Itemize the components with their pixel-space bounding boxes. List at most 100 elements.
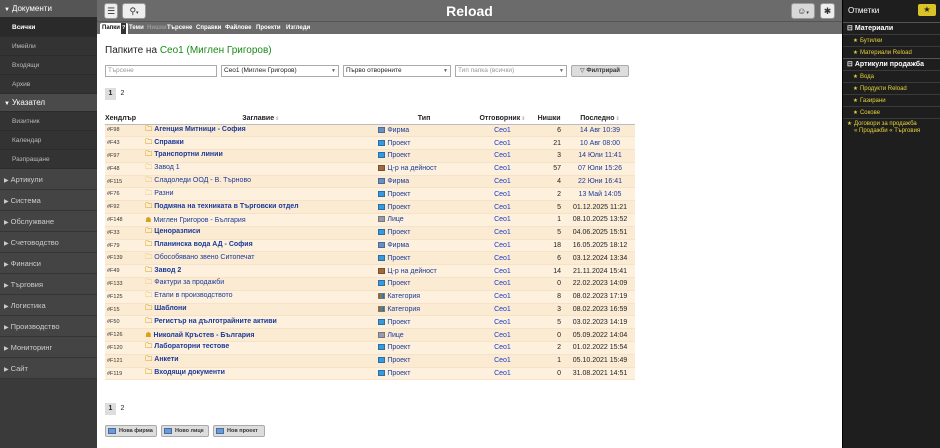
- sidebar-group-site[interactable]: ▶ Сайт: [0, 358, 97, 379]
- user-avatar-button[interactable]: ☺▾: [791, 3, 815, 19]
- row-responsible[interactable]: Сео1: [471, 213, 534, 227]
- row-title[interactable]: 🗀 Шаблони: [145, 303, 377, 317]
- menu-button[interactable]: ☰: [104, 3, 118, 19]
- row-type[interactable]: Проект: [376, 367, 472, 381]
- table-row[interactable]: #F139 🗀 Обособявано звено Ситопечат Проект С…: [105, 251, 635, 266]
- bookmark-item-contracts[interactable]: ★ Договори за продажба « Продажби « Търгов…: [843, 118, 940, 138]
- sidebar-group-accounting[interactable]: ▶ Счетоводство: [0, 232, 97, 253]
- row-responsible[interactable]: Сео1: [471, 239, 534, 253]
- row-responsible[interactable]: Сео1: [471, 149, 534, 163]
- sidebar-group-logistics[interactable]: ▶ Логистика: [0, 295, 97, 316]
- sidebar-group-articles[interactable]: ▶ Артикули: [0, 169, 97, 190]
- row-type[interactable]: Проект: [376, 251, 472, 266]
- folder-type-select[interactable]: Тип папка (всички) ▼: [455, 65, 567, 77]
- row-title[interactable]: 🗀 Подмяна на техниката в Търговски отдел: [145, 200, 377, 215]
- bookmark-item[interactable]: ★ Бутилки: [843, 34, 940, 46]
- table-row[interactable]: #F92 🗀 Подмяна на техниката в Търговски от…: [105, 200, 635, 215]
- sidebar-item-cards[interactable]: Визитник: [0, 112, 97, 131]
- row-title[interactable]: 🗀 Завод 1: [145, 162, 377, 176]
- row-type[interactable]: Проект: [376, 136, 472, 151]
- row-title[interactable]: ☗ Николай Кръстев - България: [145, 328, 377, 343]
- table-row[interactable]: #F79 🗀 Планинска вода АД - София Фирма Сео1 1…: [105, 239, 635, 253]
- new-company-button[interactable]: Нова фирма: [105, 425, 157, 437]
- new-person-button[interactable]: Ново лице: [161, 425, 209, 437]
- sidebar-item-archive[interactable]: Архив: [0, 75, 97, 94]
- tab-search[interactable]: Търсене: [167, 23, 192, 34]
- star-add-icon[interactable]: ★: [918, 4, 936, 16]
- table-row[interactable]: #F33 🗀 Ценоразписи Проект Сео1 5 04.06.2025 15…: [105, 226, 635, 240]
- user-link[interactable]: Сео1 (Миглен Григоров): [160, 45, 272, 56]
- tab-reports[interactable]: Справки: [196, 23, 221, 34]
- sidebar-group-trade[interactable]: ▶ Търговия: [0, 274, 97, 295]
- row-responsible[interactable]: Сео1: [471, 328, 534, 343]
- row-type[interactable]: Лице: [376, 213, 472, 227]
- table-row[interactable]: #F76 🗀 Разни Проект Сео1 2 13 Май 14:05: [105, 187, 635, 202]
- row-title[interactable]: 🗀 Разни: [145, 187, 377, 202]
- row-type[interactable]: Ц-р на дейност: [376, 162, 472, 176]
- row-type[interactable]: Категория: [376, 290, 472, 304]
- user-select[interactable]: Сео1 (Миглен Григоров) ▼: [221, 65, 339, 77]
- row-responsible[interactable]: Сео1: [471, 277, 534, 291]
- row-responsible[interactable]: Сео1: [471, 303, 534, 317]
- row-type[interactable]: Лице: [376, 328, 472, 343]
- row-type[interactable]: Проект: [376, 187, 472, 202]
- help-icon[interactable]: ?: [120, 23, 127, 34]
- col-threads[interactable]: Нишки: [533, 113, 565, 125]
- sidebar-group-production[interactable]: ▶ Производство: [0, 316, 97, 337]
- row-responsible[interactable]: Сео1: [471, 315, 534, 330]
- row-responsible[interactable]: Сео1: [471, 251, 534, 266]
- row-responsible[interactable]: Сео1: [471, 175, 534, 189]
- row-responsible[interactable]: Сео1: [471, 162, 534, 176]
- row-responsible[interactable]: Сео1: [471, 124, 534, 138]
- search-menu-button[interactable]: ⚲▾: [122, 3, 146, 19]
- table-row[interactable]: #F48 🗀 Завод 1 Ц-р на дейност Сео1 57 07 Юли 1…: [105, 162, 635, 176]
- row-title[interactable]: 🗀 Справки: [145, 136, 377, 151]
- row-title[interactable]: 🗀 Анкети: [145, 354, 377, 368]
- sidebar-item-calendar[interactable]: Календар: [0, 131, 97, 150]
- page-1-button[interactable]: 1: [105, 403, 116, 415]
- bookmark-item[interactable]: ★ Газирани: [843, 94, 940, 106]
- bookmark-section-articles[interactable]: ⊟ Артикули продажба: [843, 58, 940, 70]
- table-row[interactable]: #F126 ☗ Николай Кръстев - България Лице Сео1…: [105, 328, 635, 343]
- row-title[interactable]: 🗀 Планинска вода АД - София: [145, 239, 377, 253]
- row-type[interactable]: Фирма: [376, 175, 472, 189]
- row-title[interactable]: 🗀 Входящи документи: [145, 367, 377, 381]
- table-row[interactable]: #F133 🗀 Фактури за продажби Проект Сео1 0 22.0…: [105, 277, 635, 291]
- sidebar-group-system[interactable]: ▶ Система: [0, 190, 97, 211]
- tab-threads[interactable]: Нишки: [147, 23, 167, 34]
- row-responsible[interactable]: Сео1: [471, 290, 534, 304]
- col-last[interactable]: Последно⇕: [565, 113, 635, 125]
- row-responsible[interactable]: Сео1: [471, 187, 534, 202]
- col-responsible[interactable]: Отговорник⇕: [471, 113, 534, 125]
- row-responsible[interactable]: Сео1: [471, 136, 534, 151]
- row-title[interactable]: 🗀 Регистър на дълготрайните активи: [145, 315, 377, 330]
- row-type[interactable]: Проект: [376, 200, 472, 215]
- row-type[interactable]: Фирма: [376, 124, 472, 138]
- row-type[interactable]: Проект: [376, 354, 472, 368]
- row-type[interactable]: Проект: [376, 277, 472, 291]
- bookmark-section-materials[interactable]: ⊟ Материали: [843, 22, 940, 34]
- row-type[interactable]: Ц-р на дейност: [376, 264, 472, 279]
- bookmark-item[interactable]: ★ Продукти Reload: [843, 82, 940, 94]
- table-row[interactable]: #F49 🗀 Завод 2 Ц-р на дейност Сео1 14 21.11.20…: [105, 264, 635, 279]
- filter-button[interactable]: ▽ Филтрирай: [571, 65, 629, 77]
- table-row[interactable]: #F15 🗀 Шаблони Категория Сео1 3 08.02.2023 16:…: [105, 303, 635, 317]
- bookmark-item[interactable]: ★ Вода: [843, 70, 940, 82]
- table-row[interactable]: #F98 🗀 Агенция Митници - София Фирма Сео1 6 14…: [105, 124, 635, 138]
- table-row[interactable]: #F148 ☗ Миглен Григоров - България Лице Сео1…: [105, 213, 635, 227]
- sidebar-item-emails[interactable]: Имейли: [0, 37, 97, 56]
- row-title[interactable]: 🗀 Фактури за продажби: [145, 277, 377, 291]
- tab-folders[interactable]: Папки?: [100, 23, 129, 34]
- row-responsible[interactable]: Сео1: [471, 367, 534, 381]
- row-title[interactable]: 🗀 Завод 2: [145, 264, 377, 279]
- col-title[interactable]: Заглавие⇕: [145, 113, 377, 125]
- row-responsible[interactable]: Сео1: [471, 354, 534, 368]
- row-type[interactable]: Проект: [376, 149, 472, 163]
- tab-projects[interactable]: Проекти: [256, 23, 281, 34]
- sidebar-item-all[interactable]: Всички: [0, 18, 97, 37]
- row-title[interactable]: ☗ Миглен Григоров - България: [145, 213, 377, 227]
- table-row[interactable]: #F121 🗀 Анкети Проект Сео1 1 05.10.2021 15:49: [105, 354, 635, 368]
- row-type[interactable]: Проект: [376, 315, 472, 330]
- bookmark-item[interactable]: ★ Материали Reload: [843, 46, 940, 58]
- sidebar-section-index[interactable]: ▼ Указател: [0, 94, 97, 112]
